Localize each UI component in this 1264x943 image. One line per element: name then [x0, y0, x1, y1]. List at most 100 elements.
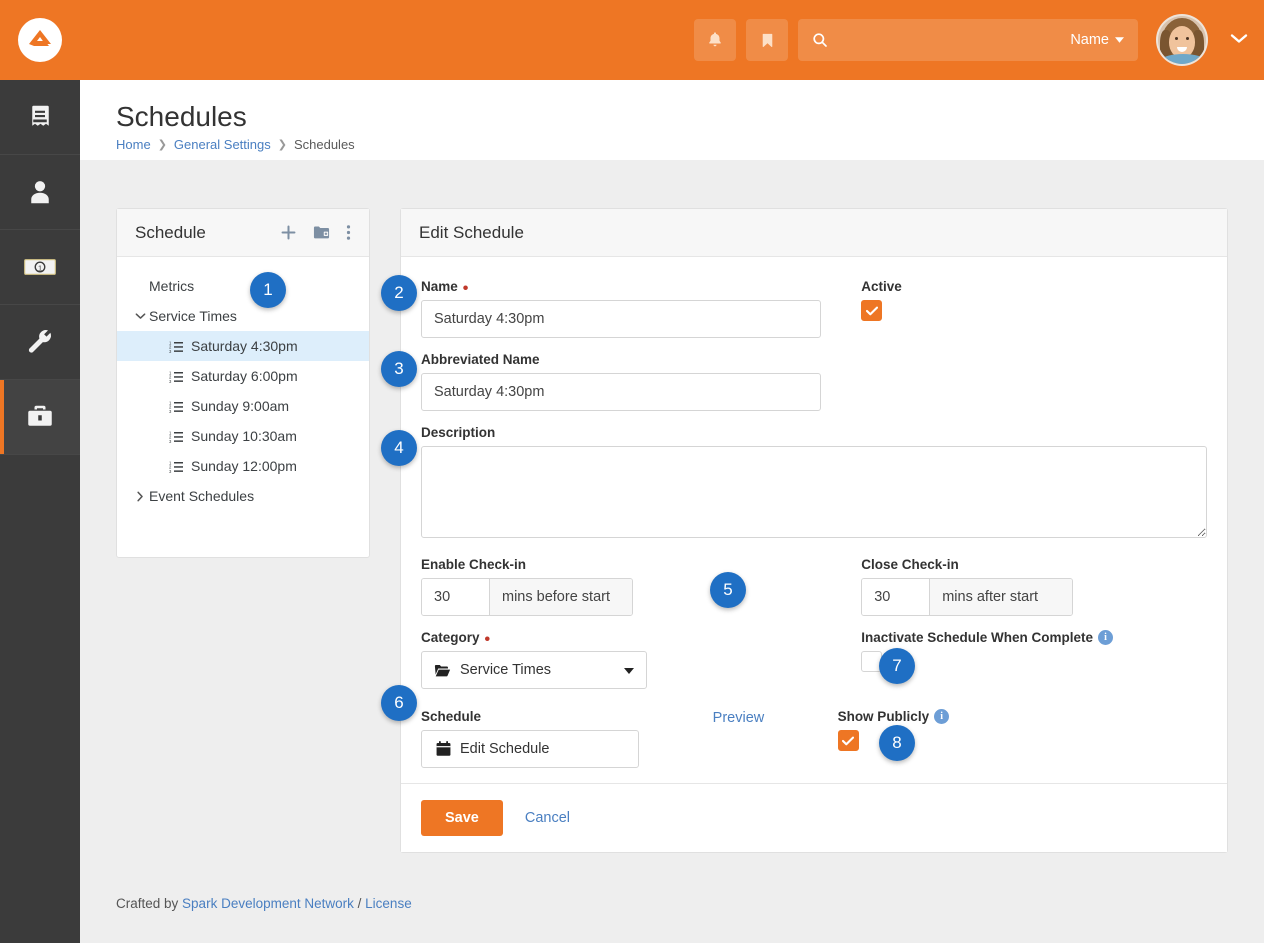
person-icon	[31, 181, 49, 204]
search-scope-dropdown[interactable]: Name	[1070, 32, 1124, 48]
tree-item-event-schedules[interactable]: Event Schedules	[117, 481, 369, 511]
avatar-eye-right	[1186, 37, 1189, 40]
schedule-label: Schedule	[421, 709, 482, 724]
edit-schedule-button[interactable]: Edit Schedule	[421, 730, 639, 768]
show-publicly-label-wrap: Show Publicly i	[838, 709, 1207, 724]
svg-text:3: 3	[169, 408, 172, 412]
rail-item-finance[interactable]: 1	[0, 230, 80, 305]
user-menu-button[interactable]	[1230, 31, 1248, 49]
active-column: Active	[821, 279, 1207, 425]
info-icon[interactable]: i	[934, 709, 950, 724]
schedule-tree-header: Schedule	[117, 209, 369, 257]
category-value: Service Times	[460, 662, 552, 678]
enable-checkin-addon: mins before start	[490, 579, 632, 615]
edit-schedule-button-label: Edit Schedule	[460, 741, 550, 757]
tree-item-metrics[interactable]: Metrics	[117, 271, 369, 301]
tree-item-sunday-900am[interactable]: 123 Sunday 9:00am	[117, 391, 369, 421]
tree-item-label: Event Schedules	[149, 488, 255, 504]
footer-spark-link[interactable]: Spark Development Network	[182, 896, 354, 911]
enable-checkin-input-group: mins before start	[421, 578, 633, 616]
bell-icon	[709, 32, 721, 47]
category-label-wrap: Category •	[421, 630, 491, 648]
edit-schedule-panel: Edit Schedule Name • Saturday 4:30pm Abb…	[400, 208, 1228, 853]
name-label: Name	[421, 279, 458, 294]
rail-item-admin[interactable]	[0, 380, 80, 455]
calendar-icon	[436, 741, 451, 756]
folder-open-icon	[434, 664, 451, 676]
cancel-link[interactable]: Cancel	[525, 810, 570, 826]
list-ol-icon: 123	[169, 430, 183, 443]
description-textarea[interactable]	[421, 446, 1207, 538]
tree-item-service-times[interactable]: Service Times	[117, 301, 369, 331]
tree-item-label: Service Times	[149, 308, 237, 324]
app-root: Name 1 Schedules Home ❯ General Settings…	[0, 0, 1264, 943]
avatar-shoulder	[1162, 54, 1204, 64]
edit-schedule-footer: Save Cancel	[401, 783, 1227, 852]
enable-checkin-input[interactable]	[422, 579, 490, 615]
callout-badge-8: 8	[879, 725, 915, 761]
callout-badge-7: 7	[879, 648, 915, 684]
svg-text:3: 3	[169, 378, 172, 382]
toolbox-icon	[28, 405, 52, 426]
close-checkin-addon: mins after start	[930, 579, 1073, 615]
rail-item-tools[interactable]	[0, 305, 80, 380]
footer-prefix: Crafted by	[116, 896, 179, 911]
search-input[interactable]	[828, 31, 1071, 49]
footer-license-link[interactable]: License	[365, 896, 412, 911]
check-icon	[842, 736, 855, 745]
breadcrumb-separator-icon: ❯	[157, 138, 167, 151]
rock-logo-glyph	[29, 30, 51, 46]
chevron-down-icon	[1230, 34, 1248, 43]
search-box[interactable]: Name	[798, 19, 1138, 61]
category-label: Category	[421, 630, 480, 645]
show-publicly-checkbox[interactable]	[837, 730, 859, 751]
svg-text:3: 3	[169, 438, 172, 442]
page-footer: Crafted by Spark Development Network / L…	[116, 896, 412, 911]
footer-separator: /	[357, 896, 362, 911]
add-schedule-button[interactable]	[280, 224, 297, 241]
schedule-tree-actions	[280, 224, 351, 241]
tree-item-label: Metrics	[149, 278, 195, 294]
close-checkin-input[interactable]	[862, 579, 931, 615]
search-scope-label: Name	[1070, 32, 1109, 48]
abbreviated-name-label: Abbreviated Name	[421, 352, 540, 367]
rock-logo[interactable]	[18, 18, 62, 62]
schedule-row: Schedule Edit Schedule Preview Show Publ…	[421, 709, 1207, 768]
tree-item-saturday-600pm[interactable]: 123 Saturday 6:00pm	[117, 361, 369, 391]
logo-area	[0, 0, 80, 80]
page-header: Schedules Home ❯ General Settings ❯ Sche…	[80, 80, 1264, 160]
bookmarks-button[interactable]	[746, 19, 788, 61]
rail-item-dashboard[interactable]	[0, 80, 80, 155]
category-select[interactable]: Service Times	[421, 651, 647, 689]
schedule-tree-more-button[interactable]	[346, 224, 351, 241]
tree-item-sunday-1200pm[interactable]: 123 Sunday 12:00pm	[117, 451, 369, 481]
save-button[interactable]: Save	[421, 800, 503, 836]
name-input[interactable]	[421, 300, 822, 338]
schedule-tree-title: Schedule	[135, 222, 206, 242]
notifications-button[interactable]	[694, 19, 736, 61]
money-icon: 1	[24, 259, 56, 275]
description-field-group: Description	[421, 425, 1207, 543]
rail-item-people[interactable]	[0, 155, 80, 230]
chevron-right-icon[interactable]	[131, 491, 149, 502]
chevron-down-icon[interactable]	[131, 312, 149, 320]
bookmark-icon	[762, 33, 772, 47]
list-ol-icon: 123	[169, 340, 183, 353]
active-checkbox[interactable]	[861, 300, 883, 321]
breadcrumb-item-general-settings[interactable]: General Settings	[174, 137, 271, 152]
preview-link[interactable]: Preview	[713, 710, 765, 726]
top-bar-actions: Name	[694, 0, 1264, 80]
tree-item-saturday-430pm[interactable]: 123 Saturday 4:30pm	[117, 331, 369, 361]
breadcrumb-item-current: Schedules	[293, 136, 355, 152]
tree-item-sunday-1030am[interactable]: 123 Sunday 10:30am	[117, 421, 369, 451]
avatar[interactable]	[1156, 14, 1208, 66]
name-field-group: Name •	[421, 279, 822, 338]
content-area: Schedule Metrics Service Times 1 2 3 Sat…	[80, 160, 1264, 943]
breadcrumb-item-home[interactable]: Home	[116, 137, 151, 152]
abbreviated-name-input[interactable]	[421, 373, 822, 411]
add-category-button[interactable]	[313, 225, 330, 240]
checkin-row: Enable Check-in mins before start Catego…	[421, 557, 1207, 703]
info-icon[interactable]: i	[1098, 630, 1114, 645]
caret-down-icon	[624, 662, 634, 678]
tree-item-label: Saturday 4:30pm	[191, 338, 298, 354]
